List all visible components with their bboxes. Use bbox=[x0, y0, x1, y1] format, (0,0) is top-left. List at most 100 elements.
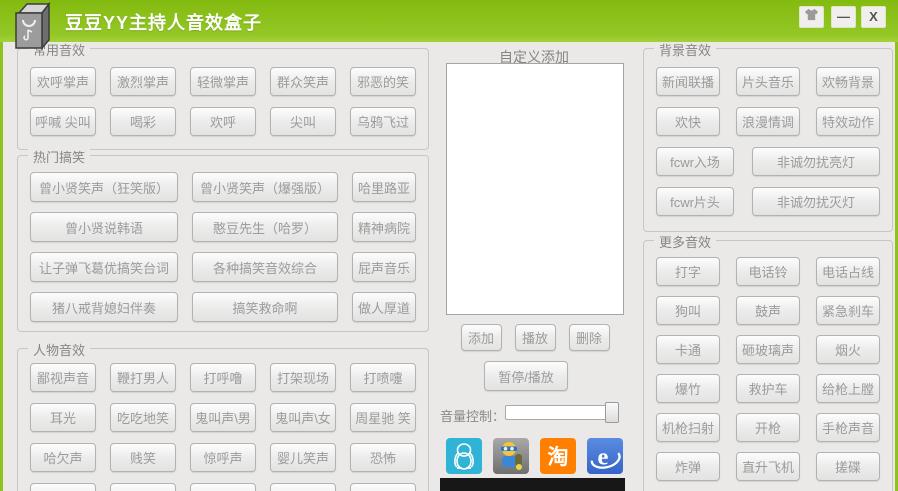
app-logo-icon bbox=[15, 2, 51, 50]
sound-button[interactable]: 让子弹飞葛优搞笑台词 bbox=[30, 252, 178, 282]
sound-button[interactable]: 砸玻璃声 bbox=[736, 335, 800, 364]
sound-button[interactable]: 曾小贤笑声（狂笑版） bbox=[30, 172, 178, 202]
pause-play-button[interactable]: 暂停/播放 bbox=[484, 361, 568, 391]
sound-button[interactable]: 激烈掌声 bbox=[110, 67, 176, 96]
sound-button[interactable]: 片头音乐 bbox=[736, 67, 800, 96]
sound-button[interactable]: 狗叫 bbox=[656, 296, 720, 325]
button-row: 曾小贤笑声（狂笑版） 曾小贤笑声（爆强版） 哈里路亚 bbox=[30, 172, 416, 202]
sound-button[interactable]: 给枪上膛 bbox=[816, 374, 880, 403]
sound-button[interactable]: 婴儿笑声 bbox=[270, 443, 336, 472]
sound-button[interactable]: fcwr入场 bbox=[656, 147, 734, 176]
volume-slider-track[interactable] bbox=[505, 405, 611, 420]
sound-button[interactable]: 特效动作 bbox=[816, 107, 880, 136]
sound-button[interactable]: 周星驰 笑 bbox=[350, 403, 416, 432]
sound-button[interactable] bbox=[110, 483, 176, 491]
sound-button[interactable]: 各种搞笑音效综合 bbox=[192, 252, 338, 282]
sound-button[interactable]: 鬼叫声\男 bbox=[190, 403, 256, 432]
sound-button[interactable]: 做人厚道 bbox=[352, 292, 416, 322]
add-button[interactable]: 添加 bbox=[460, 324, 502, 351]
sound-button[interactable]: 浪漫情调 bbox=[736, 107, 800, 136]
sound-button[interactable]: 吃吃地笑 bbox=[110, 403, 176, 432]
sound-button[interactable]: 欢呼 bbox=[190, 107, 256, 136]
app-window: { "window": { "title": "豆豆YY主持人音效盒子", "c… bbox=[0, 0, 898, 491]
taobao-icon[interactable]: 淘 bbox=[540, 438, 576, 474]
sound-button[interactable]: 新闻联播 bbox=[656, 67, 720, 96]
sound-button[interactable]: 欢快 bbox=[656, 107, 720, 136]
sound-button[interactable] bbox=[30, 483, 96, 491]
group-more-sounds: 更多音效 打字 电话铃 电话占线 狗叫 鼓声 紧急刹车 卡通 砸玻璃声 烟火 爆竹 救护车 给枪上膛机… bbox=[643, 232, 893, 491]
sound-button[interactable]: 搞笑救命啊 bbox=[192, 292, 338, 322]
sound-button[interactable] bbox=[270, 483, 336, 491]
sound-button[interactable]: 卡通 bbox=[656, 335, 720, 364]
window-title: 豆豆YY主持人音效盒子 bbox=[65, 13, 263, 33]
sound-button[interactable]: 打架现场 bbox=[270, 363, 336, 392]
sound-button[interactable]: 非诚勿扰亮灯 bbox=[752, 147, 880, 176]
sound-button[interactable]: 炸弹 bbox=[656, 452, 720, 481]
sound-button[interactable]: 轻微掌声 bbox=[190, 67, 256, 96]
sound-button[interactable]: 打呼噜 bbox=[190, 363, 256, 392]
sound-button[interactable]: 搓碟 bbox=[816, 452, 880, 481]
sound-button[interactable]: 憨豆先生（哈罗） bbox=[192, 212, 338, 242]
sound-button[interactable]: 恐怖 bbox=[350, 443, 416, 472]
sound-button[interactable]: 呼喊 尖叫 bbox=[30, 107, 96, 136]
sound-button[interactable]: 电话铃 bbox=[736, 257, 800, 286]
sound-button[interactable]: 救护车 bbox=[736, 374, 800, 403]
group-background-sounds: 背景音效 新闻联播 片头音乐 欢畅背景 欢快 浪漫情调 特效动作 fcwr入场 非诚勿扰亮灯 f… bbox=[643, 40, 893, 232]
sound-button[interactable]: 鄙视声音 bbox=[30, 363, 96, 392]
sound-button[interactable]: 鼓声 bbox=[736, 296, 800, 325]
sound-button[interactable]: 群众笑声 bbox=[270, 67, 336, 96]
sound-button[interactable]: 非诚勿扰灭灯 bbox=[752, 187, 880, 216]
sound-button[interactable]: 屁声音乐 bbox=[352, 252, 416, 282]
sound-button[interactable]: 曾小贤说韩语 bbox=[30, 212, 178, 242]
sound-button[interactable]: 惊呼声 bbox=[190, 443, 256, 472]
shirt-icon bbox=[805, 8, 818, 21]
button-row: 猪八戒背媳妇伴奏 搞笑救命啊 做人厚道 bbox=[30, 292, 416, 322]
sound-button[interactable] bbox=[190, 483, 256, 491]
ie-icon[interactable]: e bbox=[587, 438, 623, 474]
change-skin-button[interactable] bbox=[799, 6, 824, 28]
sound-button[interactable]: 鬼叫声\女 bbox=[270, 403, 336, 432]
sound-button[interactable]: 烟火 bbox=[816, 335, 880, 364]
sound-button[interactable]: 哈欠声 bbox=[30, 443, 96, 472]
sound-button[interactable]: 打喷嚏 bbox=[350, 363, 416, 392]
funny-sounds-rows: 曾小贤笑声（狂笑版） 曾小贤笑声（爆强版） 哈里路亚曾小贤说韩语 憨豆先生（哈罗） 精神… bbox=[18, 156, 428, 330]
sound-button[interactable]: 打字 bbox=[656, 257, 720, 286]
button-row: 鄙视声音 鞭打男人 打呼噜 打架现场 打喷嚏 bbox=[30, 363, 416, 392]
sound-button[interactable]: 机枪扫射 bbox=[656, 413, 720, 442]
volume-slider-thumb[interactable] bbox=[605, 402, 619, 423]
sound-button[interactable]: 精神病院 bbox=[352, 212, 416, 242]
sound-button[interactable]: 欢畅背景 bbox=[816, 67, 880, 96]
sound-button[interactable]: 邪恶的笑 bbox=[350, 67, 416, 96]
sound-button[interactable]: 开枪 bbox=[736, 413, 800, 442]
sound-button[interactable]: 欢呼掌声 bbox=[30, 67, 96, 96]
yy-icon[interactable] bbox=[493, 438, 529, 474]
custom-sound-list[interactable] bbox=[446, 63, 624, 315]
sound-button[interactable]: 鞭打男人 bbox=[110, 363, 176, 392]
button-row: 爆竹 救护车 给枪上膛 bbox=[656, 374, 880, 403]
sound-button[interactable]: 猪八戒背媳妇伴奏 bbox=[30, 292, 178, 322]
sound-button[interactable]: 耳光 bbox=[30, 403, 96, 432]
sound-button[interactable]: 哈里路亚 bbox=[352, 172, 416, 202]
more-sounds-rows: 打字 电话铃 电话占线 狗叫 鼓声 紧急刹车 卡通 砸玻璃声 烟火 爆竹 救护车 给枪上膛 机枪扫射 开枪… bbox=[644, 241, 892, 491]
sound-button[interactable]: 贱笑 bbox=[110, 443, 176, 472]
sound-button[interactable]: 直升飞机 bbox=[736, 452, 800, 481]
sound-button[interactable]: 乌鸦飞过 bbox=[350, 107, 416, 136]
sound-button[interactable]: 爆竹 bbox=[656, 374, 720, 403]
close-button[interactable]: X bbox=[861, 6, 886, 28]
sound-button[interactable]: fcwr片头 bbox=[656, 187, 734, 216]
sound-button[interactable]: 紧急刹车 bbox=[816, 296, 880, 325]
sound-button[interactable]: 曾小贤笑声（爆强版） bbox=[192, 172, 338, 202]
ad-banner[interactable] bbox=[440, 478, 625, 491]
button-row: 曾小贤说韩语 憨豆先生（哈罗） 精神病院 bbox=[30, 212, 416, 242]
button-row: fcwr片头 非诚勿扰灭灯 bbox=[656, 187, 880, 216]
play-button[interactable]: 播放 bbox=[514, 324, 556, 351]
delete-button[interactable]: 删除 bbox=[568, 324, 610, 351]
sound-button[interactable]: 手枪声音 bbox=[816, 413, 880, 442]
qq-icon[interactable] bbox=[446, 438, 482, 474]
sound-button[interactable]: 电话占线 bbox=[816, 257, 880, 286]
sound-button[interactable]: 尖叫 bbox=[270, 107, 336, 136]
minimize-button[interactable]: — bbox=[831, 6, 856, 28]
sound-button[interactable]: 喝彩 bbox=[110, 107, 176, 136]
button-row: 新闻联播 片头音乐 欢畅背景 bbox=[656, 67, 880, 96]
sound-button[interactable] bbox=[350, 483, 416, 491]
